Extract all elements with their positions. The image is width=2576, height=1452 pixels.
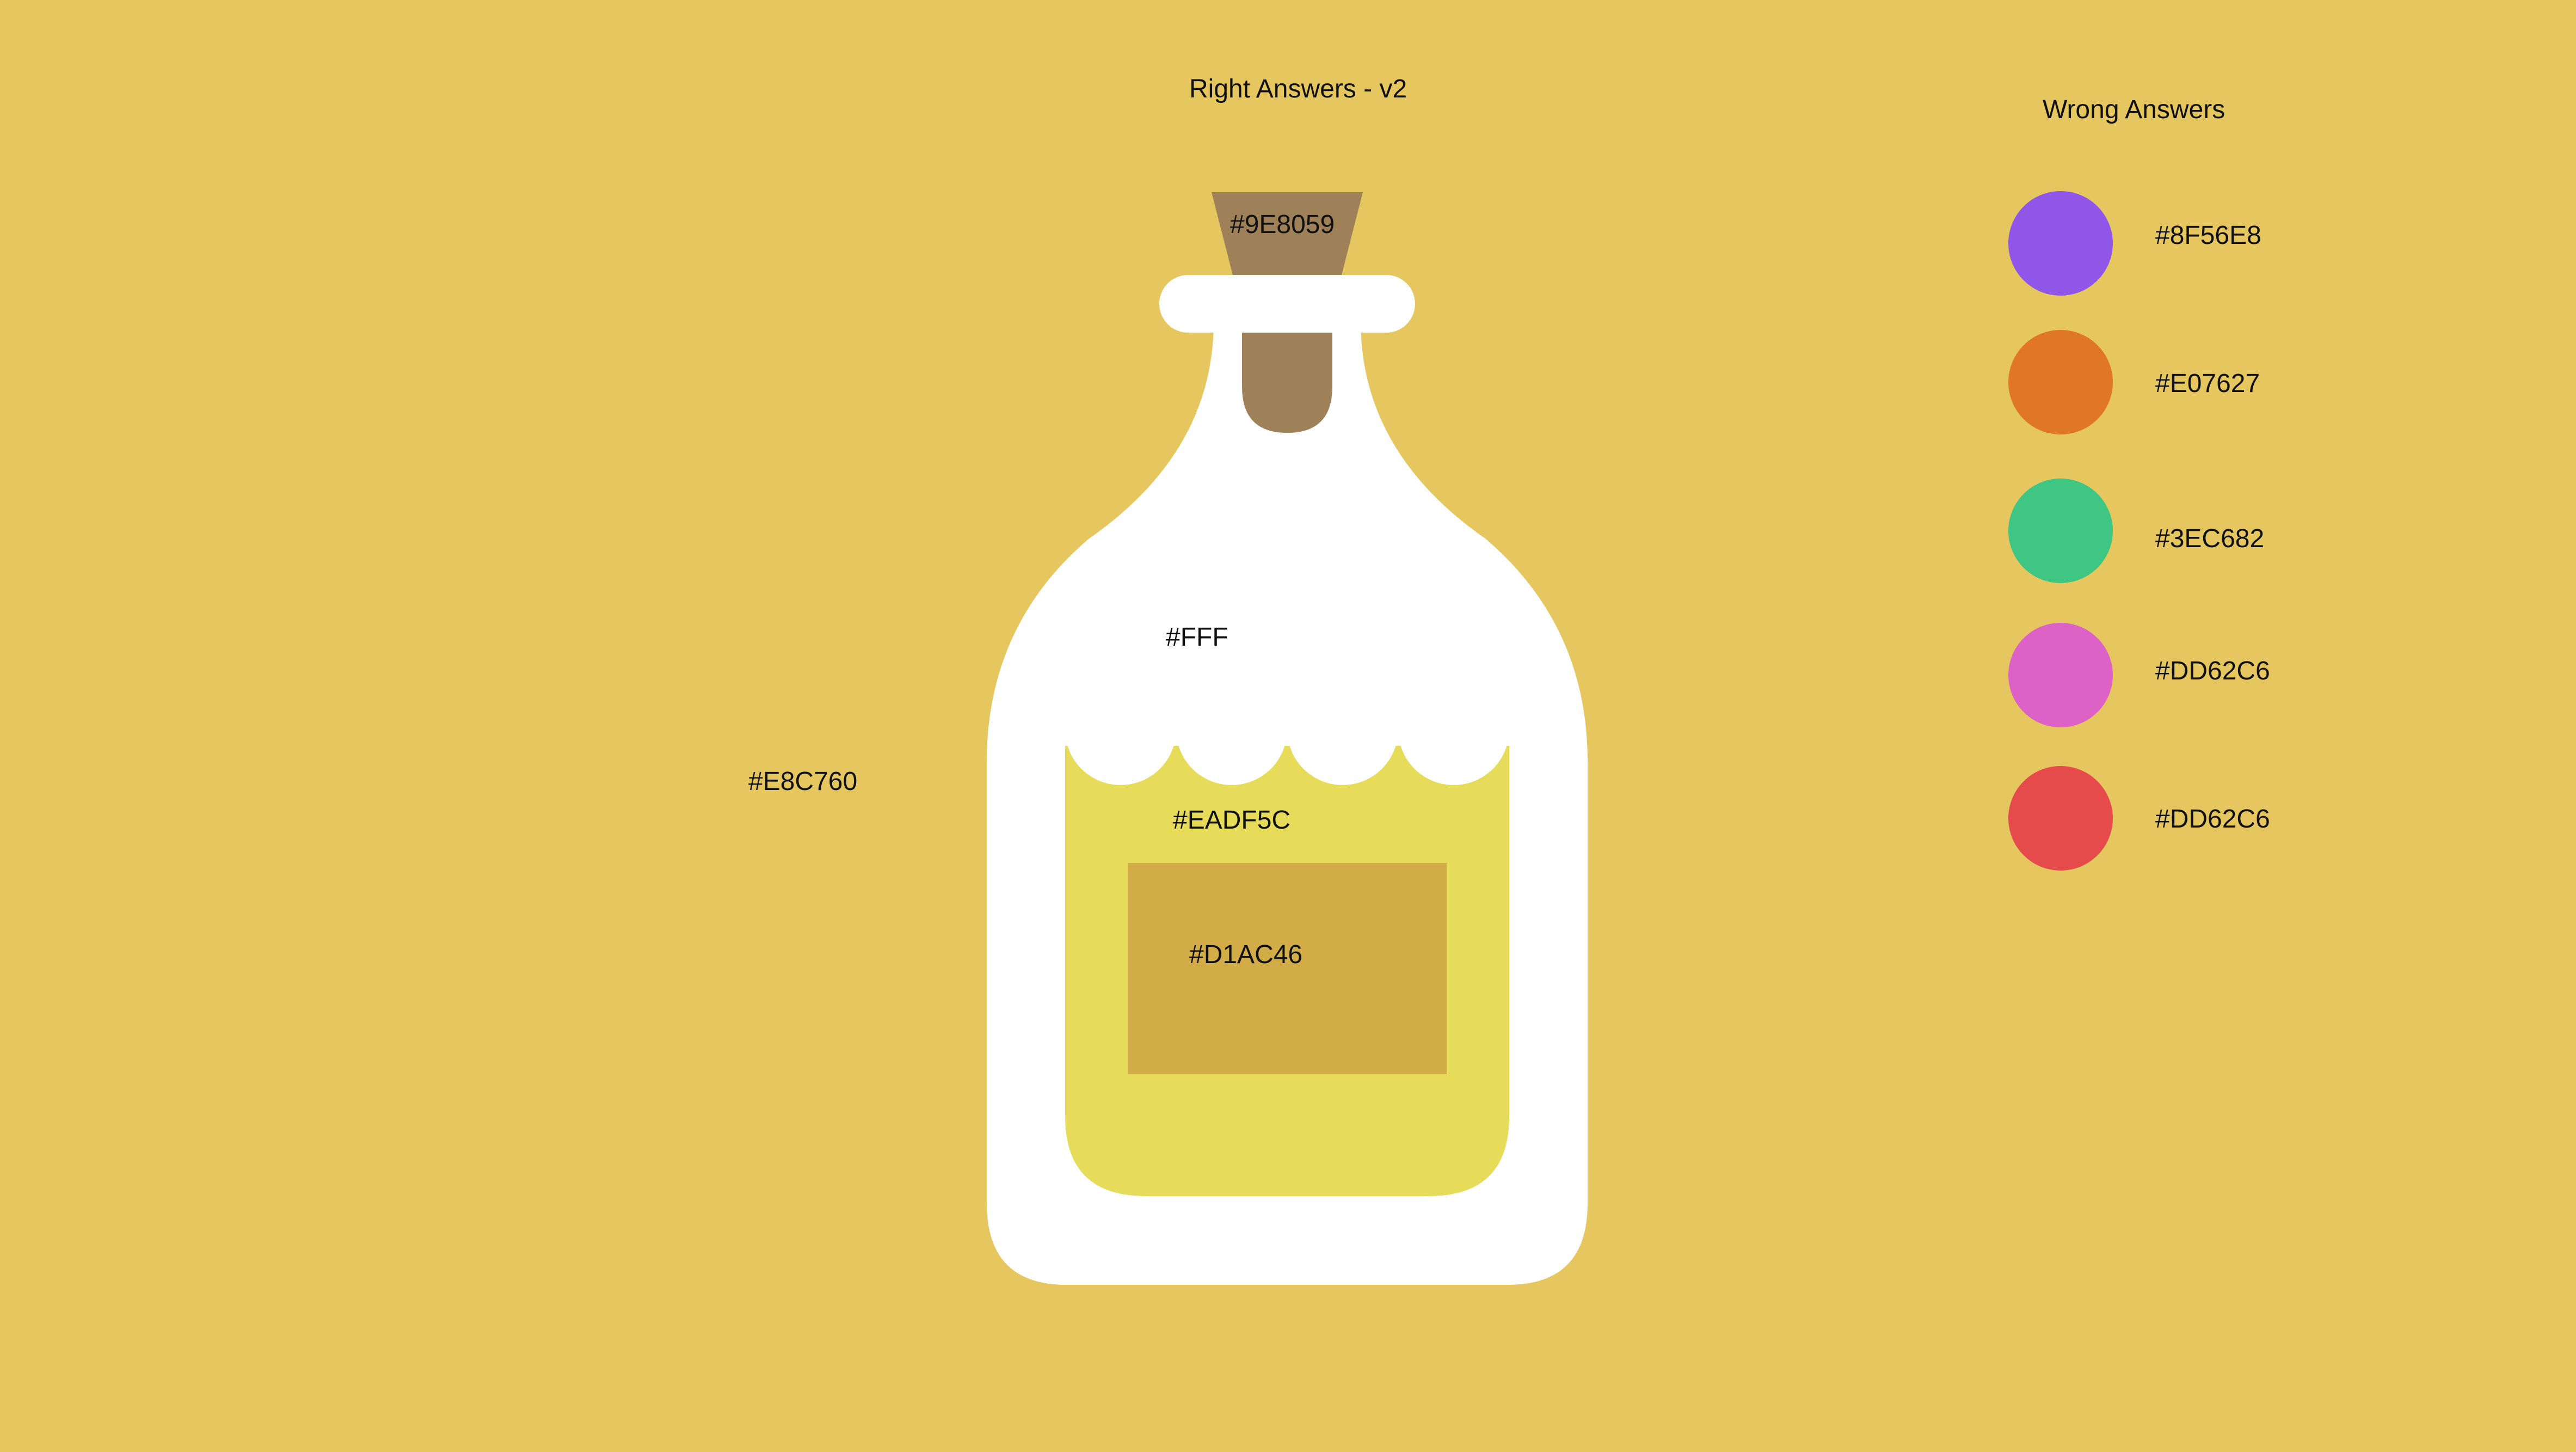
liquid-color-label: #EADF5C bbox=[1173, 806, 1291, 835]
background-color-label: #E8C760 bbox=[748, 767, 858, 796]
bottle-color-label: #FFF bbox=[1166, 623, 1228, 652]
swatch-label: #8F56E8 bbox=[2155, 221, 2261, 250]
canvas: Right Answers - v2 #E8C760 #9E8059 #FFF … bbox=[0, 0, 2576, 1452]
bubble bbox=[1287, 674, 1398, 785]
swatch-circle bbox=[2008, 766, 2113, 871]
wrong-answers-title: Wrong Answers bbox=[2043, 95, 2225, 124]
swatch-label: #3EC682 bbox=[2155, 524, 2265, 553]
bottle-lip bbox=[1159, 275, 1415, 333]
swatch-circle bbox=[2008, 479, 2113, 583]
bubble bbox=[1065, 674, 1176, 785]
swatch-label: #DD62C6 bbox=[2155, 657, 2270, 685]
swatch-label: #E07627 bbox=[2155, 369, 2260, 398]
swatch-circle bbox=[2008, 191, 2113, 296]
swatch-circle bbox=[2008, 330, 2113, 434]
bubble bbox=[1398, 674, 1509, 785]
bubble bbox=[1176, 674, 1287, 785]
cork-plug bbox=[1242, 333, 1332, 433]
swatch-circle bbox=[2008, 623, 2113, 727]
right-answers-title: Right Answers - v2 bbox=[1189, 75, 1407, 103]
label-color-label: #D1AC46 bbox=[1189, 940, 1303, 969]
cork-color-label: #9E8059 bbox=[1230, 210, 1335, 239]
wrong-answer-swatches bbox=[2008, 191, 2113, 871]
swatch-label: #DD62C6 bbox=[2155, 805, 2270, 834]
